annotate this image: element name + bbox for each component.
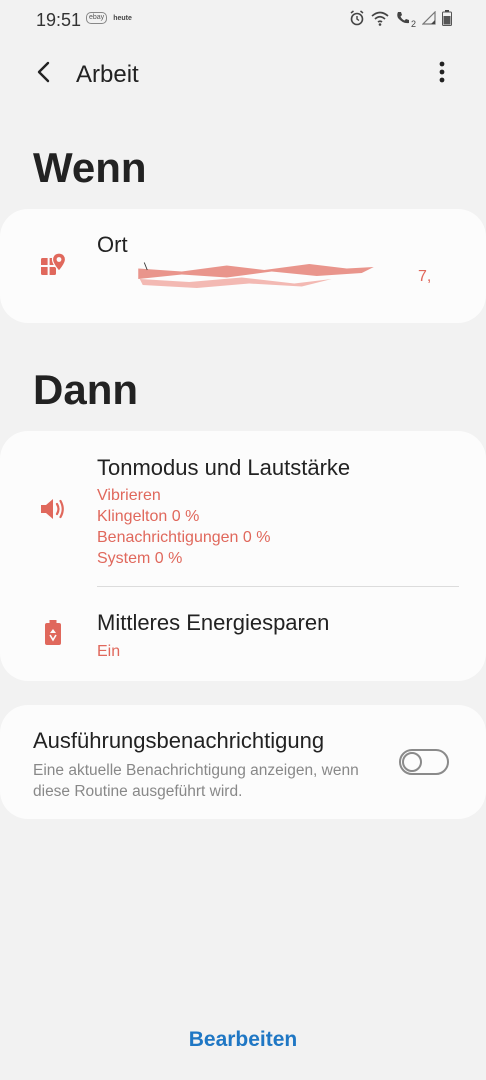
heute-notification-icon: heute [113,14,132,22]
wifi-icon [371,11,389,31]
notification-volume-value: Benachrichtigungen 0 % [97,529,271,546]
edit-button[interactable]: Bearbeiten [0,1028,486,1052]
back-button[interactable] [30,60,58,88]
chevron-left-icon [35,61,53,88]
ebay-notification-icon: ebay [86,12,108,24]
speaker-icon [38,494,68,524]
power-saving-value: Ein [97,643,121,660]
location-title: Ort [97,232,128,257]
wifi-call-icon [395,10,411,31]
battery-icon [442,10,452,31]
power-saving-action-row[interactable]: Mittleres Energiesparen Ein [0,587,486,681]
location-address-tail: 7, [418,268,432,285]
execution-notification-description: Eine aktuelle Benachrichtigung anzeigen,… [33,762,359,800]
redacted-address [138,262,374,288]
more-vertical-icon [439,61,445,88]
execution-notification-card[interactable]: Ausführungsbenachrichtigung Eine aktuell… [0,705,486,819]
actions-card: Tonmodus und Lautstärke Vibrieren Klinge… [0,431,486,681]
ringtone-volume-value: Klingelton 0 % [97,508,200,525]
power-saving-title: Mittleres Energiesparen [97,610,330,635]
execution-notification-title: Ausführungsbenachrichtigung [33,728,325,753]
toggle-knob [402,752,422,772]
page-title: Arbeit [76,61,139,88]
sound-mode-value: Vibrieren [97,487,161,504]
status-time: 19:51 [36,10,82,30]
if-section-heading: Wenn [33,144,147,191]
system-volume-value: System 0 % [97,550,183,567]
sound-action-row[interactable]: Tonmodus und Lautstärke Vibrieren Klinge… [0,431,486,586]
battery-saver-icon [38,618,68,648]
location-condition-card[interactable]: Ort 7, [0,209,486,323]
sound-action-details: Vibrieren Klingelton 0 % Benachrichtigun… [97,485,270,569]
status-icons: 2 [349,10,452,31]
app-bar: Arbeit [0,50,486,98]
more-options-button[interactable] [428,60,456,88]
alarm-icon [349,10,365,31]
signal-icon [421,10,436,30]
notification-icons: ebay heute [86,12,132,24]
map-location-icon [38,250,68,280]
execution-notification-toggle[interactable] [399,749,449,775]
sim-indicator: 2 [410,18,416,29]
status-bar: 19:51 ebay heute 2 [0,0,486,42]
sound-action-title: Tonmodus und Lautstärke [97,455,351,480]
then-section-heading: Dann [33,366,138,413]
